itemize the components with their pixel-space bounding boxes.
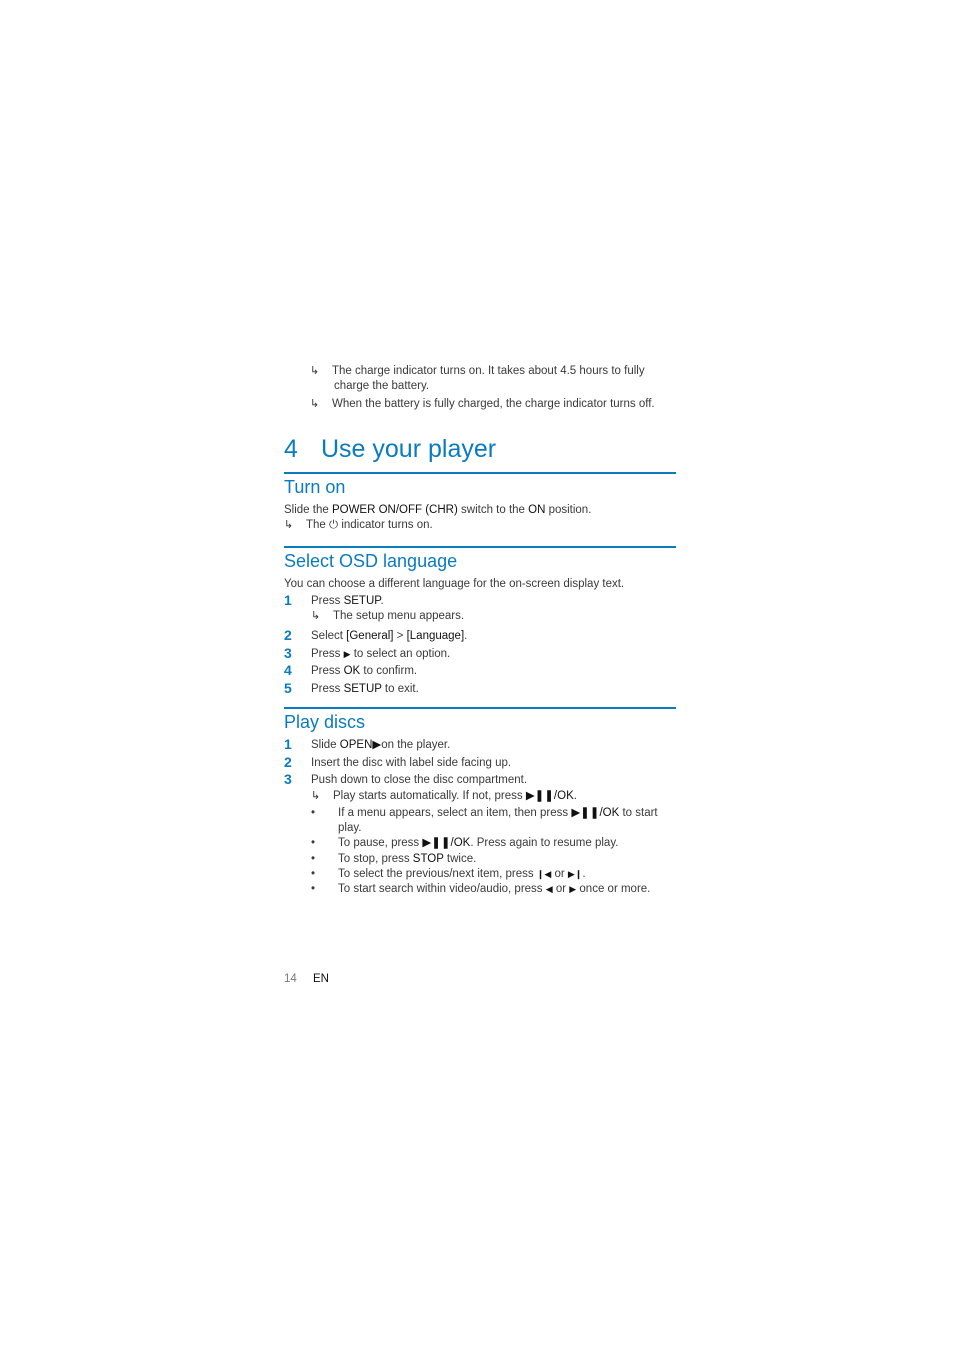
page-footer: 14 EN <box>284 973 329 985</box>
play-step-result: ↳ Play starts automatically. If not, pres… <box>311 790 577 802</box>
section-heading-osd: Select OSD language <box>284 551 458 571</box>
section-divider <box>284 707 676 709</box>
result-item: ↳ When the battery is fully charged, the … <box>310 398 655 410</box>
result-arrow-icon: ↳ <box>284 519 294 531</box>
play-icon: ▶ <box>343 649 351 659</box>
turn-on-instruction: Slide the POWER ON/OFF (CHR) switch to t… <box>284 504 592 516</box>
result-item: ↳ The charge indicator turns on. It takes… <box>310 365 645 377</box>
osd-step-result: ↳ The setup menu appears. <box>311 610 465 622</box>
page-number: 14 <box>284 973 297 985</box>
section-divider <box>284 546 676 548</box>
turn-on-result: ↳ The ⏻ indicator turns on. <box>284 519 433 531</box>
section-heading-turn-on: Turn on <box>284 477 346 497</box>
language-code: EN <box>313 973 329 985</box>
result-arrow-icon: ↳ <box>310 365 320 377</box>
result-arrow-icon: ↳ <box>310 398 320 410</box>
play-pause-icon: ▶❚❚/OK <box>525 790 574 802</box>
osd-intro: You can choose a different language for … <box>284 578 625 590</box>
section-heading-play: Play discs <box>284 712 366 732</box>
result-arrow-icon: ↳ <box>311 790 321 802</box>
chapter-number: 4 <box>284 435 298 463</box>
result-item-cont: charge the battery. <box>334 380 430 392</box>
rewind-icon: ◀ <box>545 884 553 894</box>
chapter-title: 4 Use your player <box>284 432 496 466</box>
power-icon: ⏻ <box>329 519 339 531</box>
result-arrow-icon: ↳ <box>311 610 321 622</box>
section-divider <box>284 472 676 474</box>
next-icon: ▶❙ <box>567 869 583 879</box>
previous-icon: ❙◀ <box>536 869 552 879</box>
